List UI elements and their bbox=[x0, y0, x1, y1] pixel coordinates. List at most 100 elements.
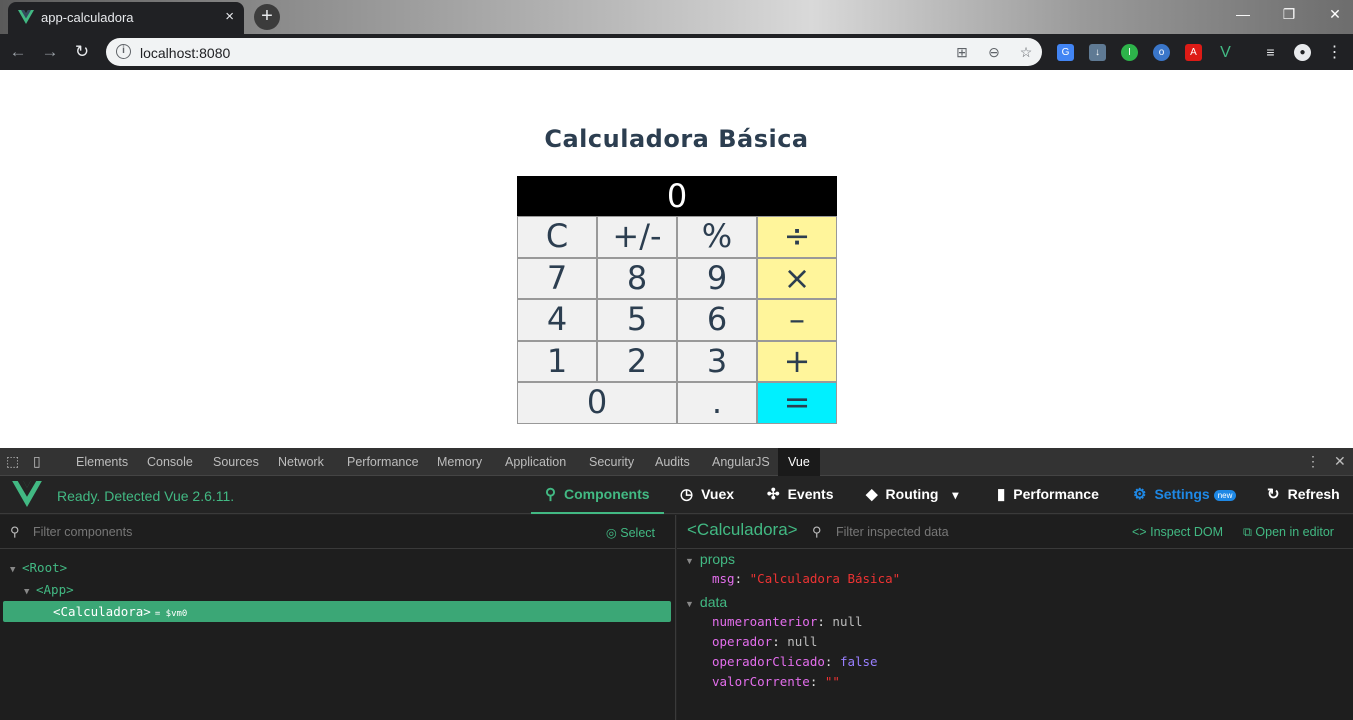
expand-arrow-icon[interactable]: ▼ bbox=[10, 559, 22, 581]
calc-key[interactable]: 5 bbox=[597, 299, 677, 341]
devtools-close-icon[interactable]: ✕ bbox=[1334, 453, 1346, 470]
calc-key[interactable]: 9 bbox=[677, 257, 757, 299]
calc-key[interactable]: . bbox=[677, 382, 757, 424]
calc-key[interactable]: % bbox=[677, 216, 757, 258]
calc-key[interactable]: +/- bbox=[597, 216, 677, 258]
property-value[interactable]: null bbox=[832, 614, 862, 629]
property-row[interactable]: msg: "Calculadora Básica" bbox=[712, 571, 900, 586]
vue-logo-icon bbox=[12, 481, 42, 507]
devtools-tab-memory[interactable]: Memory bbox=[427, 448, 492, 476]
calc-key[interactable]: 2 bbox=[597, 340, 677, 382]
expand-arrow-icon[interactable]: ▼ bbox=[24, 581, 36, 603]
translate-icon[interactable]: ⊞ bbox=[954, 44, 970, 60]
property-row[interactable]: operador: null bbox=[712, 634, 817, 649]
data-section-header[interactable]: ▼ data bbox=[685, 594, 727, 610]
site-info-icon[interactable]: i bbox=[116, 44, 131, 59]
refresh-icon: ↻ bbox=[1267, 486, 1280, 503]
tab-routing[interactable]: ◆ Routing ▾ bbox=[866, 476, 958, 514]
bookmark-star-icon[interactable]: ☆ bbox=[1018, 44, 1034, 60]
refresh-button[interactable]: ↻ Refresh bbox=[1267, 476, 1340, 514]
calc-key[interactable]: 0 bbox=[517, 382, 677, 424]
zoom-icon[interactable]: ⊖ bbox=[986, 44, 1002, 60]
tab-components[interactable]: ⚲ Components bbox=[531, 476, 664, 514]
vue-extension-icon[interactable]: V bbox=[1217, 44, 1234, 61]
calc-key[interactable]: 8 bbox=[597, 257, 677, 299]
window-close-button[interactable]: ✕ bbox=[1312, 0, 1353, 30]
tree-node-root[interactable]: ▼ <Root> bbox=[0, 557, 676, 579]
angular-extension-icon[interactable]: A bbox=[1185, 44, 1202, 61]
component-tree-pane: ⚲ Filter components ◎ Select ▼ <Root> ▼ <A… bbox=[0, 515, 676, 720]
devtools-tab-console[interactable]: Console bbox=[137, 448, 203, 476]
calc-key[interactable]: C bbox=[517, 216, 597, 258]
tab-performance[interactable]: ▮ Performance bbox=[997, 476, 1099, 514]
google-translate-extension-icon[interactable]: G bbox=[1057, 44, 1074, 61]
calc-key[interactable]: 1 bbox=[517, 340, 597, 382]
property-row[interactable]: valorCorrente: "" bbox=[712, 674, 840, 689]
tab-vuex[interactable]: ◷ Vuex bbox=[680, 476, 734, 514]
open-in-editor-button[interactable]: ⧉ Open in editor bbox=[1243, 525, 1334, 540]
tree-node-app[interactable]: ▼ <App> bbox=[0, 579, 676, 601]
inspect-dom-button[interactable]: <> Inspect DOM bbox=[1132, 525, 1223, 539]
calc-key[interactable]: + bbox=[757, 340, 837, 382]
tab-events[interactable]: ✣ Events bbox=[767, 476, 834, 514]
devtools-tab-security[interactable]: Security bbox=[579, 448, 644, 476]
calc-key[interactable]: ÷ bbox=[757, 216, 837, 258]
inspect-element-icon[interactable]: ⬚ bbox=[6, 453, 19, 470]
devtools-tab-elements[interactable]: Elements bbox=[66, 448, 138, 476]
devtools-tab-network[interactable]: Network bbox=[268, 448, 334, 476]
calc-key[interactable]: 4 bbox=[517, 299, 597, 341]
restore-button[interactable]: ❐ bbox=[1266, 0, 1312, 30]
tree-node-label: <App> bbox=[36, 582, 74, 597]
props-section-header[interactable]: ▼ props bbox=[685, 551, 735, 567]
address-bar[interactable]: i localhost:8080 ⊞ ⊖ ☆ bbox=[106, 38, 1042, 66]
property-value[interactable]: "" bbox=[825, 674, 840, 689]
device-toolbar-icon[interactable]: ▯ bbox=[33, 453, 41, 470]
calc-key[interactable]: 6 bbox=[677, 299, 757, 341]
back-arrow-icon[interactable]: ← bbox=[6, 40, 30, 64]
extension-blue-icon[interactable]: o bbox=[1153, 44, 1170, 61]
property-key: operadorClicado bbox=[712, 654, 825, 669]
filter-components-input[interactable]: Filter components bbox=[33, 525, 132, 539]
calc-key[interactable]: – bbox=[757, 299, 837, 341]
media-controls-icon[interactable]: ≡ bbox=[1262, 44, 1279, 61]
devtools-tab-vue[interactable]: Vue bbox=[778, 448, 820, 476]
extension-green-icon[interactable]: I bbox=[1121, 44, 1138, 61]
component-tree: ▼ <Root> ▼ <App> <Calculadora> = $vm0 bbox=[0, 557, 676, 622]
devtools-tab-application[interactable]: Application bbox=[495, 448, 576, 476]
select-component-button[interactable]: ◎ Select bbox=[606, 525, 655, 540]
target-icon: ◎ bbox=[605, 526, 617, 540]
reload-icon[interactable]: ↻ bbox=[70, 40, 94, 64]
expand-arrow-icon[interactable]: ▼ bbox=[685, 556, 694, 566]
devtools-tab-angularjs[interactable]: AngularJS bbox=[702, 448, 780, 476]
property-value[interactable]: false bbox=[840, 654, 878, 669]
tab-performance-label: Performance bbox=[1013, 486, 1099, 502]
tab-settings[interactable]: ⚙ Settings new bbox=[1133, 476, 1237, 514]
browser-tab[interactable]: app-calculadora × bbox=[8, 2, 244, 34]
filter-inspected-input[interactable]: Filter inspected data bbox=[836, 525, 949, 539]
calc-key[interactable]: 7 bbox=[517, 257, 597, 299]
tab-settings-label: Settings bbox=[1154, 486, 1210, 502]
devtools-tab-sources[interactable]: Sources bbox=[203, 448, 269, 476]
tree-node-calculadora[interactable]: <Calculadora> = $vm0 bbox=[3, 601, 671, 622]
vm-reference: = $vm0 bbox=[154, 609, 188, 619]
property-value[interactable]: null bbox=[787, 634, 817, 649]
property-value[interactable]: "Calculadora Básica" bbox=[750, 571, 901, 586]
download-extension-icon[interactable]: ↓ bbox=[1089, 44, 1106, 61]
calc-key[interactable]: = bbox=[757, 382, 837, 424]
minimize-button[interactable]: — bbox=[1220, 0, 1266, 30]
calc-key[interactable]: 3 bbox=[677, 340, 757, 382]
tab-close-icon[interactable]: × bbox=[225, 8, 234, 25]
property-row[interactable]: numeroanterior: null bbox=[712, 614, 863, 629]
devtools-tab-performance[interactable]: Performance bbox=[337, 448, 429, 476]
gear-icon: ⚙ bbox=[1133, 486, 1147, 503]
browser-menu-icon[interactable]: ⋮ bbox=[1326, 44, 1343, 61]
devtools-menu-icon[interactable]: ⋮ bbox=[1306, 453, 1320, 470]
routing-icon: ◆ bbox=[866, 486, 878, 503]
expand-arrow-icon[interactable]: ▼ bbox=[685, 599, 694, 609]
forward-arrow-icon[interactable]: → bbox=[38, 40, 62, 64]
profile-avatar-icon[interactable]: ● bbox=[1294, 44, 1311, 61]
new-tab-button[interactable]: + bbox=[254, 4, 280, 30]
property-row[interactable]: operadorClicado: false bbox=[712, 654, 878, 669]
calc-key[interactable]: × bbox=[757, 257, 837, 299]
devtools-tab-audits[interactable]: Audits bbox=[645, 448, 700, 476]
